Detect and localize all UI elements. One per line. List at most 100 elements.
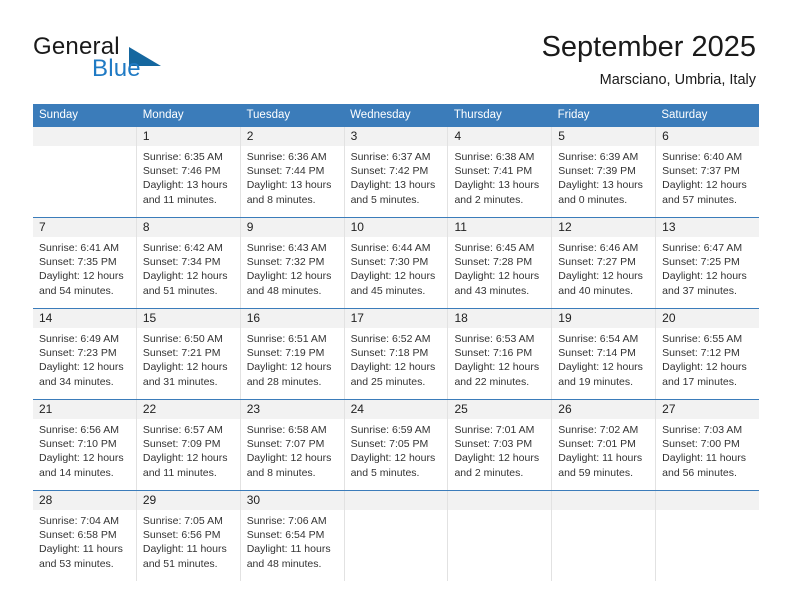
daylight-text-line2: and 19 minutes. bbox=[558, 375, 634, 388]
general-blue-logo[interactable]: General Blue bbox=[33, 33, 203, 85]
day-number[interactable]: 14 bbox=[33, 309, 136, 328]
day-number[interactable]: 6 bbox=[655, 127, 759, 146]
day-cell[interactable]: Sunrise: 6:36 AM Sunset: 7:44 PM Dayligh… bbox=[239, 146, 344, 217]
day-number[interactable]: 27 bbox=[655, 400, 759, 419]
weekday-header-wednesday: Wednesday bbox=[350, 109, 411, 121]
sunrise-text: Sunrise: 6:37 AM bbox=[350, 151, 431, 163]
sunset-text: Sunset: 7:42 PM bbox=[350, 165, 429, 178]
day-cell[interactable]: Sunrise: 6:47 AM Sunset: 7:25 PM Dayligh… bbox=[655, 237, 759, 308]
day-cell bbox=[551, 510, 656, 581]
day-cell[interactable]: Sunrise: 7:02 AM Sunset: 7:01 PM Dayligh… bbox=[551, 419, 655, 490]
day-cell[interactable]: Sunrise: 6:49 AM Sunset: 7:23 PM Dayligh… bbox=[33, 328, 136, 399]
day-cell[interactable]: Sunrise: 6:37 AM Sunset: 7:42 PM Dayligh… bbox=[343, 146, 448, 217]
day-number[interactable]: 18 bbox=[447, 309, 551, 328]
day-cell[interactable]: Sunrise: 6:59 AM Sunset: 7:05 PM Dayligh… bbox=[343, 419, 448, 490]
day-cell[interactable]: Sunrise: 6:50 AM Sunset: 7:21 PM Dayligh… bbox=[135, 328, 240, 399]
day-number[interactable]: 24 bbox=[343, 400, 448, 419]
daylight-text-line2: and 22 minutes. bbox=[454, 375, 530, 388]
day-cell[interactable]: Sunrise: 7:03 AM Sunset: 7:00 PM Dayligh… bbox=[655, 419, 759, 490]
day-number[interactable]: 10 bbox=[343, 218, 448, 237]
day-cell[interactable]: Sunrise: 6:40 AM Sunset: 7:37 PM Dayligh… bbox=[655, 146, 759, 217]
week-daynumber-band: 21 22 23 24 25 26 27 bbox=[33, 400, 759, 419]
daylight-text-line2: and 14 minutes. bbox=[39, 466, 114, 479]
day-cell[interactable]: Sunrise: 6:35 AM Sunset: 7:46 PM Dayligh… bbox=[135, 146, 240, 217]
day-number[interactable]: 2 bbox=[239, 127, 344, 146]
sunrise-text: Sunrise: 7:01 AM bbox=[454, 424, 535, 436]
daylight-text-line1: Daylight: 11 hours bbox=[142, 543, 227, 556]
week-daynumber-band: 14 15 16 17 18 19 20 bbox=[33, 309, 759, 328]
day-number[interactable]: 29 bbox=[135, 491, 240, 510]
weekday-header-thursday: Thursday bbox=[453, 109, 502, 121]
day-cell[interactable]: Sunrise: 7:04 AM Sunset: 6:58 PM Dayligh… bbox=[33, 510, 136, 581]
day-cell[interactable]: Sunrise: 6:55 AM Sunset: 7:12 PM Dayligh… bbox=[655, 328, 759, 399]
daylight-text-line2: and 17 minutes. bbox=[662, 375, 737, 388]
day-number[interactable] bbox=[33, 127, 136, 146]
day-cell[interactable]: Sunrise: 7:06 AM Sunset: 6:54 PM Dayligh… bbox=[239, 510, 344, 581]
day-number[interactable]: 7 bbox=[33, 218, 136, 237]
day-number[interactable]: 15 bbox=[135, 309, 240, 328]
day-cell[interactable]: Sunrise: 6:39 AM Sunset: 7:39 PM Dayligh… bbox=[551, 146, 655, 217]
day-cell[interactable]: Sunrise: 6:41 AM Sunset: 7:35 PM Dayligh… bbox=[33, 237, 136, 308]
day-number[interactable]: 23 bbox=[239, 400, 344, 419]
day-cell bbox=[33, 146, 136, 217]
daylight-text-line2: and 25 minutes. bbox=[350, 375, 426, 388]
day-cell[interactable]: Sunrise: 6:44 AM Sunset: 7:30 PM Dayligh… bbox=[343, 237, 448, 308]
day-number[interactable]: 22 bbox=[135, 400, 240, 419]
day-number[interactable]: 4 bbox=[447, 127, 551, 146]
day-number[interactable]: 21 bbox=[33, 400, 136, 419]
sunset-text: Sunset: 7:21 PM bbox=[142, 347, 221, 360]
day-number[interactable]: 20 bbox=[655, 309, 759, 328]
daylight-text-line1: Daylight: 12 hours bbox=[558, 270, 643, 283]
week-daynumber-band: 28 29 30 bbox=[33, 491, 759, 510]
day-cell[interactable]: Sunrise: 6:57 AM Sunset: 7:09 PM Dayligh… bbox=[135, 419, 240, 490]
day-cell[interactable]: Sunrise: 6:54 AM Sunset: 7:14 PM Dayligh… bbox=[551, 328, 655, 399]
day-number[interactable]: 26 bbox=[551, 400, 655, 419]
day-number[interactable]: 3 bbox=[343, 127, 448, 146]
day-cell[interactable]: Sunrise: 6:45 AM Sunset: 7:28 PM Dayligh… bbox=[447, 237, 551, 308]
day-number[interactable]: 30 bbox=[239, 491, 344, 510]
daylight-text-line1: Daylight: 13 hours bbox=[558, 179, 643, 192]
day-number[interactable]: 25 bbox=[447, 400, 551, 419]
day-cell[interactable]: Sunrise: 6:38 AM Sunset: 7:41 PM Dayligh… bbox=[447, 146, 551, 217]
sunrise-text: Sunrise: 6:39 AM bbox=[558, 151, 639, 163]
sunset-text: Sunset: 6:58 PM bbox=[39, 529, 117, 542]
weekday-header-row: Sunday Monday Tuesday Wednesday Thursday… bbox=[33, 104, 759, 126]
day-number[interactable]: 16 bbox=[239, 309, 344, 328]
week-detail-band: Sunrise: 6:35 AM Sunset: 7:46 PM Dayligh… bbox=[33, 146, 759, 217]
sunrise-text: Sunrise: 6:59 AM bbox=[350, 424, 431, 436]
day-number bbox=[551, 491, 655, 510]
daylight-text-line2: and 5 minutes. bbox=[350, 193, 420, 206]
day-cell[interactable]: Sunrise: 6:56 AM Sunset: 7:10 PM Dayligh… bbox=[33, 419, 136, 490]
daylight-text-line2: and 11 minutes. bbox=[142, 466, 217, 479]
day-cell[interactable]: Sunrise: 7:01 AM Sunset: 7:03 PM Dayligh… bbox=[447, 419, 551, 490]
sunset-text: Sunset: 7:46 PM bbox=[142, 165, 221, 178]
day-number[interactable]: 17 bbox=[343, 309, 448, 328]
day-cell[interactable]: Sunrise: 6:53 AM Sunset: 7:16 PM Dayligh… bbox=[447, 328, 551, 399]
day-number[interactable]: 28 bbox=[33, 491, 136, 510]
daylight-text-line2: and 51 minutes. bbox=[142, 557, 218, 570]
sunset-text: Sunset: 7:28 PM bbox=[454, 256, 533, 269]
day-cell[interactable]: Sunrise: 6:52 AM Sunset: 7:18 PM Dayligh… bbox=[343, 328, 448, 399]
week-row: 14 15 16 17 18 19 20 Sunrise: 6:49 AM Su… bbox=[33, 308, 759, 399]
daylight-text-line2: and 2 minutes. bbox=[454, 466, 524, 479]
day-number[interactable]: 5 bbox=[551, 127, 655, 146]
day-number[interactable]: 19 bbox=[551, 309, 655, 328]
day-cell[interactable]: Sunrise: 7:05 AM Sunset: 6:56 PM Dayligh… bbox=[135, 510, 240, 581]
sunrise-text: Sunrise: 7:03 AM bbox=[662, 424, 743, 436]
day-number[interactable]: 13 bbox=[655, 218, 759, 237]
day-cell[interactable]: Sunrise: 6:46 AM Sunset: 7:27 PM Dayligh… bbox=[551, 237, 655, 308]
daylight-text-line2: and 28 minutes. bbox=[246, 375, 322, 388]
day-number[interactable]: 8 bbox=[135, 218, 240, 237]
day-number[interactable]: 1 bbox=[135, 127, 240, 146]
day-cell[interactable]: Sunrise: 6:43 AM Sunset: 7:32 PM Dayligh… bbox=[239, 237, 344, 308]
day-cell[interactable]: Sunrise: 6:58 AM Sunset: 7:07 PM Dayligh… bbox=[239, 419, 344, 490]
day-number[interactable]: 12 bbox=[551, 218, 655, 237]
weekday-header-tuesday: Tuesday bbox=[246, 109, 291, 121]
day-number[interactable]: 11 bbox=[447, 218, 551, 237]
daylight-text-line2: and 8 minutes. bbox=[246, 193, 316, 206]
daylight-text-line2: and 57 minutes. bbox=[662, 193, 737, 206]
day-cell[interactable]: Sunrise: 6:51 AM Sunset: 7:19 PM Dayligh… bbox=[239, 328, 344, 399]
day-cell[interactable]: Sunrise: 6:42 AM Sunset: 7:34 PM Dayligh… bbox=[135, 237, 240, 308]
daylight-text-line1: Daylight: 12 hours bbox=[39, 452, 124, 465]
day-number[interactable]: 9 bbox=[239, 218, 344, 237]
